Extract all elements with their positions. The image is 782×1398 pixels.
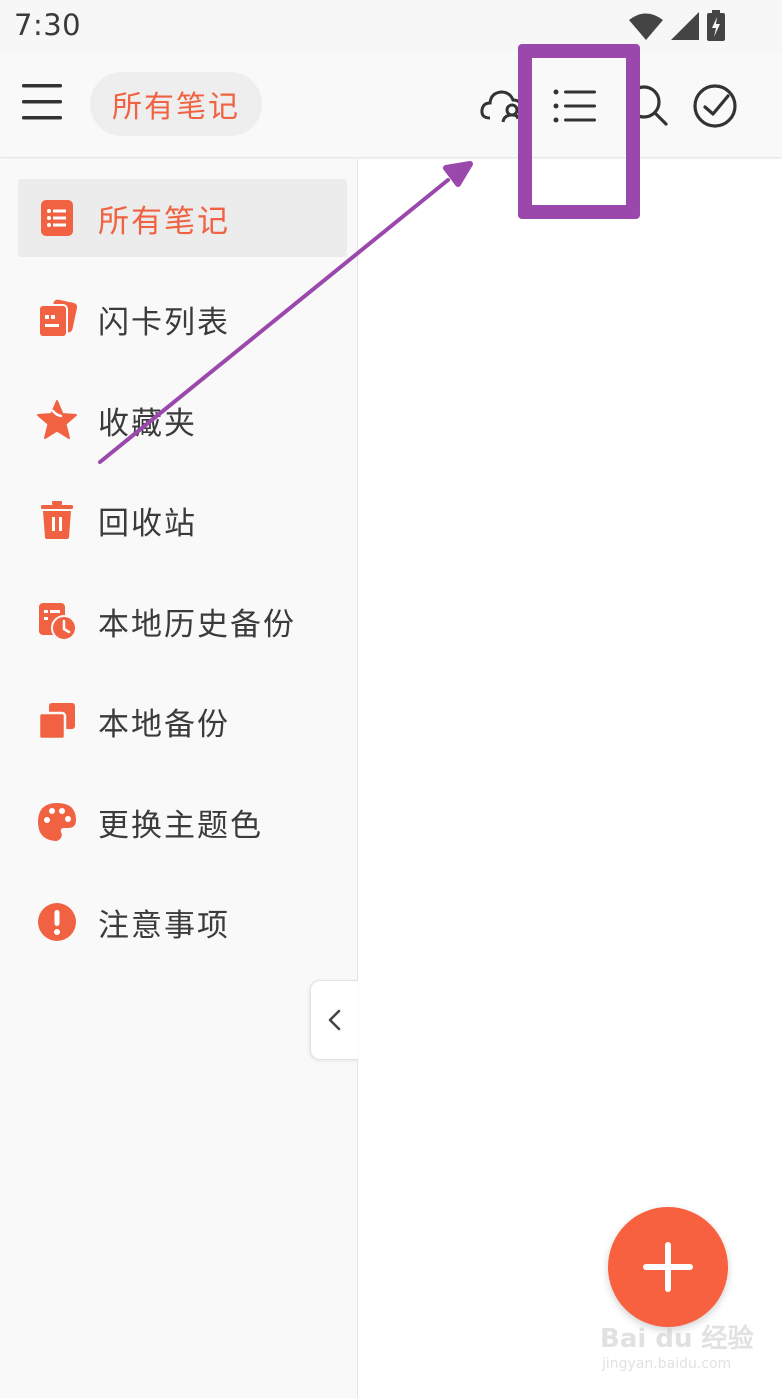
drawer-item-label: 回收站 [98, 505, 197, 542]
list-view-button[interactable] [548, 80, 600, 132]
chevron-left-icon [328, 1009, 340, 1031]
notebook-selector[interactable]: 所有笔记 [90, 72, 262, 136]
check-circle-icon [693, 84, 737, 128]
palette-icon [36, 801, 78, 843]
multi-select-button[interactable] [690, 80, 742, 132]
drawer-item-label: 收藏夹 [98, 405, 197, 442]
history-backup-icon [36, 600, 78, 642]
list-view-icon [553, 89, 596, 123]
drawer-item-all-notes[interactable]: 所有笔记 [18, 179, 347, 257]
flashcards-icon [36, 298, 78, 340]
star-icon [36, 399, 78, 441]
navigation-drawer: 所有笔记 闪卡列表 收藏夹 回收站 本地历史备份 本地备份 更换主题色 注意事项 [0, 159, 358, 1398]
notes-content-area[interactable] [358, 159, 782, 1398]
add-note-button[interactable] [608, 1207, 728, 1327]
search-icon [627, 85, 668, 126]
trash-icon [36, 499, 78, 541]
copy-backup-icon [36, 700, 78, 742]
drawer-item-label: 所有笔记 [98, 203, 230, 240]
toolbar-title: 所有笔记 [112, 90, 240, 125]
drawer-collapse-handle[interactable] [310, 980, 358, 1060]
drawer-item-label: 更换主题色 [98, 807, 263, 844]
drawer-item-label: 注意事项 [98, 907, 230, 944]
status-icons [628, 10, 726, 42]
plus-icon [643, 1242, 693, 1292]
search-button[interactable] [622, 80, 674, 132]
drawer-item-local-history-backup[interactable]: 本地历史备份 [18, 582, 347, 660]
status-bar: 7:30 [0, 0, 782, 52]
notes-list-icon [36, 197, 78, 239]
exclamation-icon [36, 901, 78, 943]
drawer-item-trash[interactable]: 回收站 [18, 481, 347, 559]
battery-charging-icon [707, 10, 725, 41]
menu-button[interactable] [14, 74, 70, 130]
status-time: 7:30 [14, 8, 82, 42]
drawer-item-flashcards[interactable]: 闪卡列表 [18, 280, 347, 358]
drawer-item-favorites[interactable]: 收藏夹 [18, 381, 347, 459]
drawer-item-local-backup[interactable]: 本地备份 [18, 682, 347, 760]
signal-icon [671, 12, 699, 40]
drawer-item-label: 本地备份 [98, 706, 230, 743]
wifi-icon [629, 13, 663, 40]
cloud-sync-button[interactable] [478, 80, 530, 132]
hamburger-menu-icon [22, 84, 62, 120]
cloud-sync-icon [480, 90, 524, 123]
top-toolbar: 所有笔记 [0, 52, 782, 158]
drawer-item-label: 闪卡列表 [98, 304, 230, 341]
drawer-item-label: 本地历史备份 [98, 606, 296, 643]
drawer-item-notes-caution[interactable]: 注意事项 [18, 883, 347, 961]
drawer-item-change-theme[interactable]: 更换主题色 [18, 783, 347, 861]
